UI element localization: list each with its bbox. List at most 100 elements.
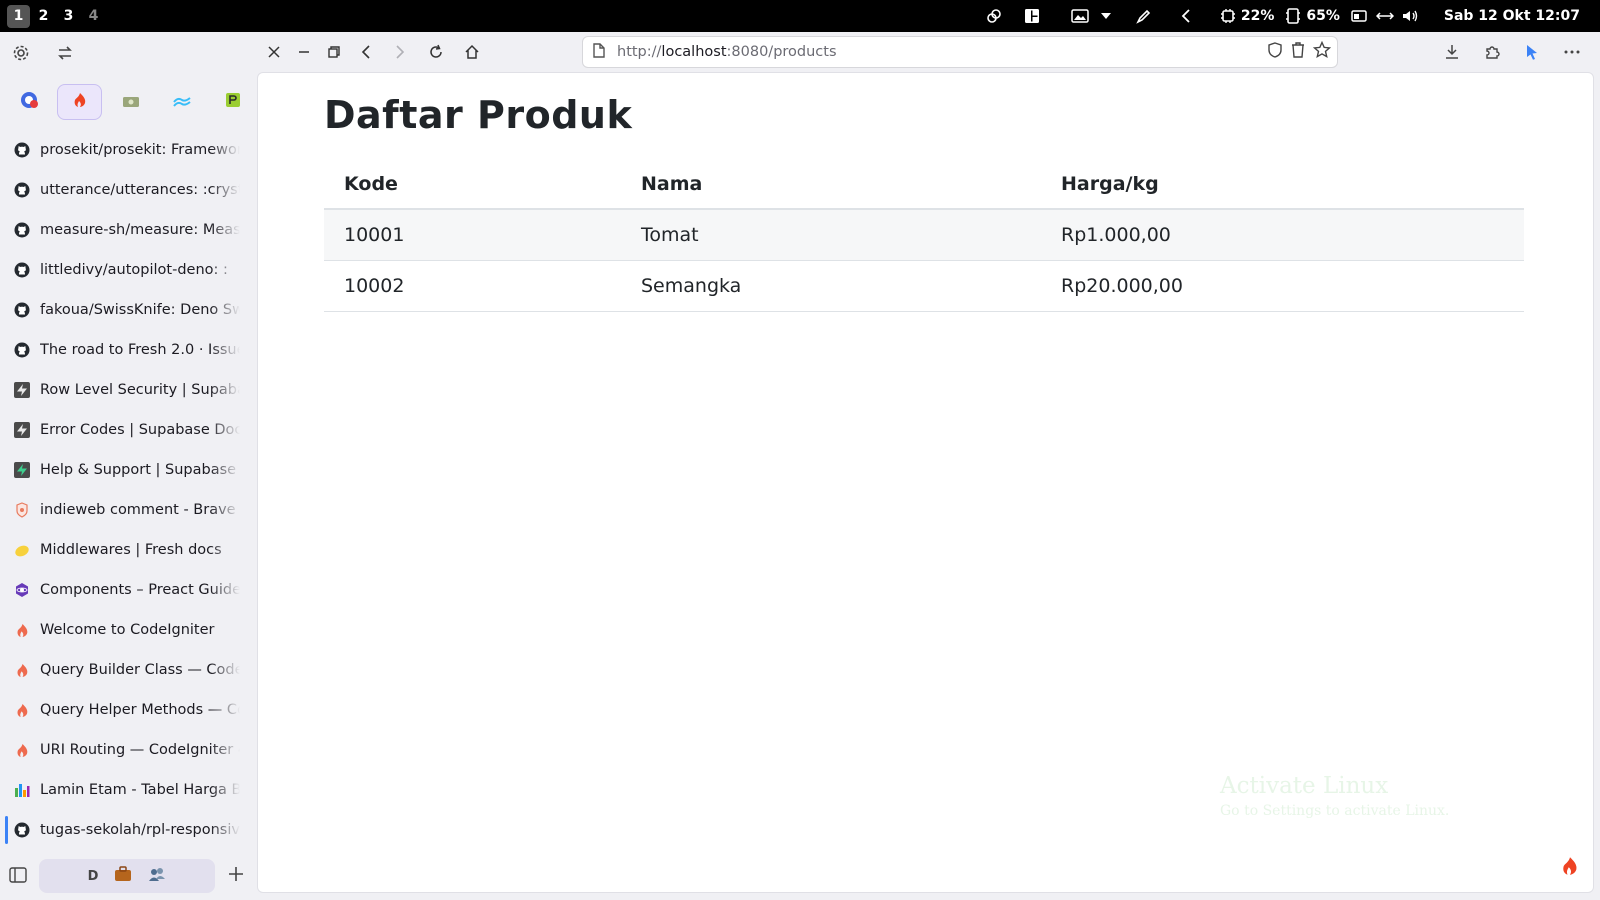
people-icon[interactable]: [148, 866, 166, 886]
sidebar-tab[interactable]: utterance/utterances: :crystal_ball:: [0, 170, 244, 210]
pinned-tab-pwa[interactable]: [211, 84, 256, 120]
back-icon[interactable]: [348, 34, 384, 70]
restore-icon[interactable]: [316, 34, 352, 70]
home-icon[interactable]: [454, 34, 490, 70]
codeigniter-icon: [14, 622, 30, 638]
cursor-pointer-icon[interactable]: [1514, 34, 1550, 70]
sidebar-tab[interactable]: indieweb comment - Brave Search: [0, 490, 244, 530]
star-bookmark-icon[interactable]: [1312, 40, 1332, 63]
extensions-icon[interactable]: [1474, 34, 1510, 70]
page-document-icon: [593, 42, 605, 62]
sidebar-tab[interactable]: Query Helper Methods — CodeIgniter: [0, 690, 244, 730]
tailwind-icon: [172, 93, 192, 112]
watermark-title: Activate Linux: [1220, 773, 1389, 799]
clock[interactable]: Sab 12 Okt 12:07: [1444, 8, 1580, 24]
profile-switcher: D: [39, 859, 215, 893]
cpu-icon: [1215, 0, 1241, 32]
gear-icon[interactable]: [12, 44, 30, 66]
color-picker-icon[interactable]: [1131, 0, 1157, 32]
sidebar-tab-label: utterance/utterances: :crystal_ball:: [40, 182, 240, 198]
bar-chart-icon: [14, 782, 30, 798]
trash-icon[interactable]: [1291, 42, 1305, 62]
column-header-harga: Harga/kg: [1041, 159, 1524, 210]
codeigniter-icon: [73, 92, 87, 112]
sidebar-tab[interactable]: littledivy/autopilot-deno: :: [0, 250, 244, 290]
sidebar-tab[interactable]: tugas-sekolah/rpl-responsive: [0, 810, 244, 850]
workspace-3[interactable]: 3: [57, 5, 80, 28]
url-protocol: http://: [617, 44, 662, 60]
sidebar-tab[interactable]: URI Routing — CodeIgniter 4: [0, 730, 244, 770]
cell-kode: 10001: [324, 209, 621, 261]
sidebar-tab[interactable]: Error Codes | Supabase Docs: [0, 410, 244, 450]
codeigniter-icon: [14, 742, 30, 758]
forward-icon[interactable]: [382, 34, 418, 70]
table-header-row: Kode Nama Harga/kg: [324, 159, 1524, 210]
cell-harga: Rp20.000,00: [1041, 260, 1524, 312]
display-icon[interactable]: [1346, 0, 1372, 32]
sidebar-tab[interactable]: measure-sh/measure: Measure: [0, 210, 244, 250]
chevron-left-icon[interactable]: [1173, 0, 1199, 32]
workspace-2[interactable]: 2: [32, 5, 55, 28]
screenshot-icon[interactable]: [1067, 0, 1093, 32]
address-bar[interactable]: http://localhost:8080/products: [582, 36, 1338, 68]
address-bar-actions: [1267, 37, 1332, 67]
cell-nama: Semangka: [621, 260, 1041, 312]
github-icon: [14, 822, 30, 838]
sidebar-tab[interactable]: fakoua/SwissKnife: Deno Swiss: [0, 290, 244, 330]
activate-linux-watermark: Activate Linux Go to Settings to activat…: [1220, 773, 1449, 819]
preact-icon: [14, 582, 30, 598]
cell-nama: Tomat: [621, 209, 1041, 261]
more-menu-icon[interactable]: [1554, 34, 1590, 70]
sidebar-tab[interactable]: Middlewares | Fresh docs: [0, 530, 244, 570]
workspace-4[interactable]: 4: [82, 5, 105, 28]
codeigniter-debug-toolbar-icon[interactable]: [1561, 856, 1579, 880]
github-icon: [14, 262, 30, 278]
supabase-green-icon: [14, 462, 30, 478]
network-icon[interactable]: [981, 0, 1007, 32]
layout-icon[interactable]: [1019, 0, 1045, 32]
sidebar-tab[interactable]: Lamin Etam - Tabel Harga Buah: [0, 770, 244, 810]
pinned-tab-codeigniter[interactable]: [57, 84, 103, 120]
supabase-icon: [14, 422, 30, 438]
system-tray: 22% 65% Sab 12 Okt 12:07: [981, 0, 1600, 32]
chevron-down-icon[interactable]: [1093, 0, 1119, 32]
sidebar-tab[interactable]: The road to Fresh 2.0 · Issue: [0, 330, 244, 370]
brave-icon: [19, 90, 39, 114]
sidebar-tab[interactable]: prosekit/prosekit: Framework agnostic: [0, 130, 244, 170]
sidebar-tab-label: fakoua/SwissKnife: Deno Swiss: [40, 302, 240, 318]
sidebar-tab-label: measure-sh/measure: Measure: [40, 222, 240, 238]
sidebar-tab-label: Help & Support | Supabase: [40, 462, 237, 478]
tab-list: prosekit/prosekit: Framework agnostic utt…: [0, 130, 256, 850]
pinned-tab-money[interactable]: [108, 84, 153, 120]
sidebar-tab-label: prosekit/prosekit: Framework agnostic: [40, 142, 240, 158]
download-icon[interactable]: [1434, 34, 1470, 70]
shield-icon[interactable]: [1267, 42, 1283, 62]
pinned-tab-tailwind[interactable]: [160, 84, 205, 120]
sidebar-tab-label: Error Codes | Supabase Docs: [40, 422, 240, 438]
sidebar-tab[interactable]: Help & Support | Supabase: [0, 450, 244, 490]
cpu-usage: 22%: [1240, 8, 1275, 24]
sidebar-tab[interactable]: Components – Preact Guide: [0, 570, 244, 610]
sync-arrows-icon[interactable]: [56, 44, 74, 66]
new-tab-plus-icon[interactable]: [228, 866, 244, 886]
sidebar-tab[interactable]: Row Level Security | Supabase: [0, 370, 244, 410]
sidebar-tab-label: tugas-sekolah/rpl-responsive: [40, 822, 240, 838]
reload-icon[interactable]: [418, 34, 454, 70]
sidebar-top-controls: [0, 32, 256, 77]
github-icon: [14, 182, 30, 198]
sidebar-tab-label: URI Routing — CodeIgniter 4: [40, 742, 240, 758]
pinned-tab-brave[interactable]: [6, 84, 51, 120]
watermark-subtitle: Go to Settings to activate Linux.: [1220, 803, 1450, 819]
workspace-1[interactable]: 1: [7, 4, 30, 28]
briefcase-icon[interactable]: [114, 866, 132, 886]
workspace-switcher: 1 2 3 4: [7, 4, 105, 28]
resize-icon[interactable]: [1372, 0, 1398, 32]
money-icon: [122, 93, 140, 112]
volume-icon[interactable]: [1398, 0, 1424, 32]
sidebar-toggle-icon[interactable]: [9, 867, 27, 887]
sidebar-tab-label: Components – Preact Guide: [40, 582, 240, 598]
sidebar-tab-label: Row Level Security | Supabase: [40, 382, 240, 398]
profile-default[interactable]: D: [88, 869, 99, 884]
sidebar-tab[interactable]: Welcome to CodeIgniter: [0, 610, 244, 650]
sidebar-tab[interactable]: Query Builder Class — CodeIgniter: [0, 650, 244, 690]
